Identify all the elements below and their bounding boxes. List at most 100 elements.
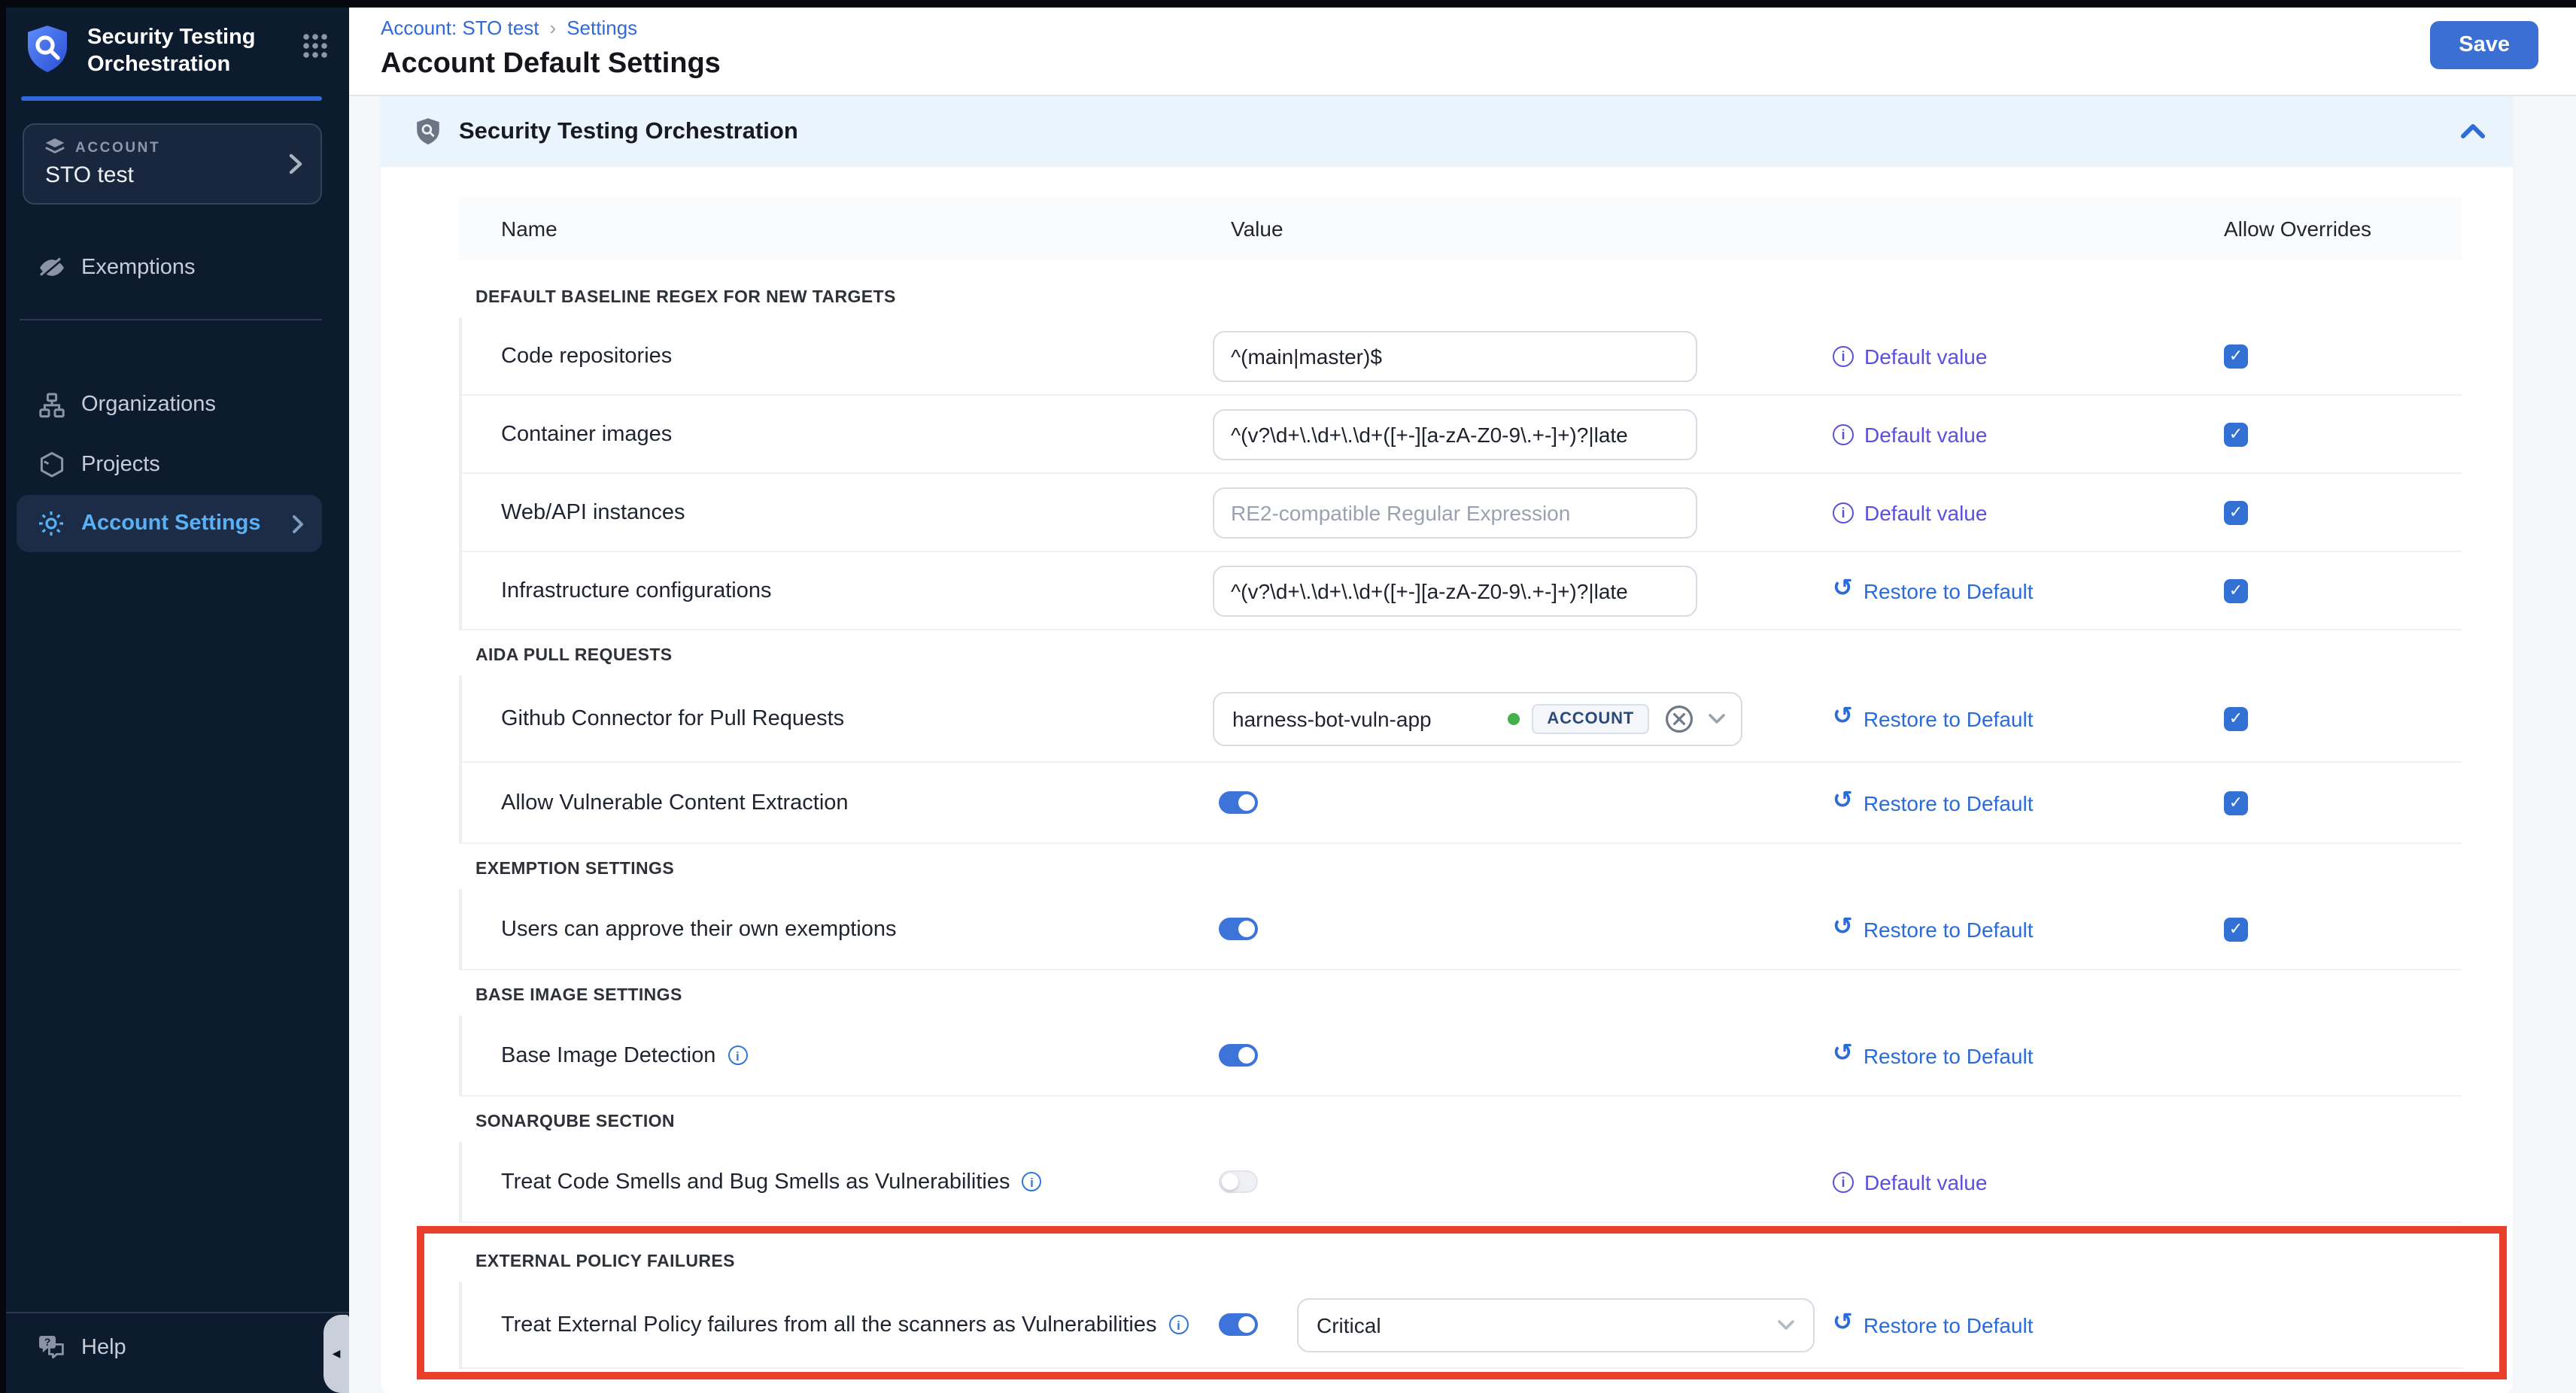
page-title: Account Default Settings [381, 48, 721, 81]
setting-name: Web/API instances [501, 500, 685, 524]
section-header-sto[interactable]: Security Testing Orchestration [381, 96, 2513, 167]
setting-row-treat-code-smells: Treat Code Smells and Bug Smells as Vuln… [462, 1142, 2462, 1223]
connector-value: harness-bot-vuln-app [1232, 706, 1432, 730]
toggle-treat-code-smells[interactable] [1219, 1170, 1258, 1193]
action-label: Restore to Default [1864, 917, 2034, 941]
group-label: AIDA PULL REQUESTS [459, 630, 2462, 675]
account-scope-card[interactable]: ACCOUNT STO test [23, 124, 322, 205]
action-label: Restore to Default [1864, 706, 2034, 730]
settings-table: Name Value Allow Overrides DEFAULT BASEL… [459, 197, 2462, 1379]
restore-icon: ↺ [1833, 1311, 1853, 1335]
toggle-treat-external-policy[interactable] [1219, 1313, 1258, 1336]
setting-name: Allow Vulnerable Content Extraction [501, 791, 849, 815]
restore-icon: ↺ [1833, 1042, 1853, 1066]
setting-name: Infrastructure configurations [501, 578, 771, 602]
default-value-link[interactable]: i Default value [1833, 422, 2224, 446]
organizations-icon [35, 393, 68, 418]
setting-name: Users can approve their own exemptions [501, 917, 897, 941]
help-label: Help [81, 1335, 126, 1359]
default-value-link[interactable]: i Default value [1833, 500, 2224, 524]
help-chat-icon: ? [35, 1334, 68, 1360]
allow-overrides-checkbox[interactable]: ✓ [2224, 706, 2248, 730]
info-icon[interactable]: i [728, 1046, 747, 1065]
chevron-down-icon[interactable] [1777, 1319, 1795, 1331]
brand: Security Testing Orchestration [0, 0, 349, 94]
app-window: Security Testing Orchestration [0, 0, 2576, 1393]
account-name: STO test [45, 163, 302, 189]
action-label: Restore to Default [1864, 1313, 2034, 1337]
connector-scope-badge: ACCOUNT [1532, 703, 1649, 733]
allow-overrides-checkbox[interactable]: ✓ [2224, 422, 2248, 446]
toggle-users-approve-exemptions[interactable] [1219, 918, 1258, 940]
setting-name: Github Connector for Pull Requests [501, 706, 844, 730]
restore-to-default-link[interactable]: ↺ Restore to Default [1833, 1313, 2224, 1337]
info-icon: i [1833, 1171, 1854, 1192]
sidebar-item-label: Organizations [81, 393, 216, 417]
regex-input-code-repositories[interactable] [1213, 330, 1697, 381]
settings-panel: Name Value Allow Overrides DEFAULT BASEL… [381, 167, 2513, 1393]
page-header: Account: STO test › Settings Account Def… [349, 0, 2576, 96]
sidebar-item-organizations[interactable]: Organizations [0, 375, 349, 436]
restore-to-default-link[interactable]: ↺ Restore to Default [1833, 578, 2224, 602]
info-icon: i [1833, 345, 1854, 366]
allow-overrides-checkbox[interactable]: ✓ [2224, 791, 2248, 815]
setting-row-treat-external-policy-failures: Treat External Policy failures from all … [462, 1282, 2463, 1369]
setting-name: Treat External Policy failures from all … [501, 1313, 1156, 1337]
sidebar-item-projects[interactable]: Projects [0, 436, 349, 496]
allow-overrides-checkbox[interactable]: ✓ [2224, 500, 2248, 524]
action-label: Default value [1864, 1170, 1987, 1194]
main-area: Account: STO test › Settings Account Def… [349, 0, 2576, 1393]
clear-selection-icon[interactable] [1664, 703, 1694, 733]
allow-overrides-checkbox[interactable]: ✓ [2224, 917, 2248, 941]
setting-row-infrastructure-configurations: Infrastructure configurations ↺ Restore … [462, 552, 2462, 630]
sidebar-collapse-handle[interactable]: ◀ [324, 1315, 349, 1393]
table-header-row: Name Value Allow Overrides [459, 197, 2462, 260]
column-header-allow-overrides: Allow Overrides [2224, 217, 2462, 241]
severity-select[interactable]: Critical [1297, 1297, 1815, 1352]
default-value-link[interactable]: i Default value [1833, 344, 2224, 368]
info-icon: i [1833, 502, 1854, 523]
regex-input-container-images[interactable] [1213, 408, 1697, 460]
app-grid-icon[interactable] [302, 33, 328, 59]
default-value-link[interactable]: i Default value [1833, 1170, 2224, 1194]
chevron-up-icon[interactable] [2454, 117, 2492, 146]
help-button[interactable]: ? Help [0, 1312, 349, 1393]
info-icon[interactable]: i [1022, 1172, 1041, 1191]
brand-underline [21, 97, 322, 102]
breadcrumb-account-link[interactable]: Account: STO test [381, 17, 539, 39]
sidebar-item-label: Account Settings [81, 512, 260, 536]
allow-overrides-checkbox[interactable]: ✓ [2224, 578, 2248, 602]
regex-input-infrastructure[interactable] [1213, 565, 1697, 616]
restore-to-default-link[interactable]: ↺ Restore to Default [1833, 917, 2224, 941]
chevron-right-icon [289, 154, 302, 175]
sidebar-item-account-settings[interactable]: Account Settings [17, 496, 322, 553]
regex-input-web-api[interactable] [1213, 487, 1697, 538]
section-title: Security Testing Orchestration [459, 118, 798, 145]
breadcrumb-separator-icon: › [550, 17, 557, 39]
toggle-allow-vulnerable-content[interactable] [1219, 791, 1258, 814]
breadcrumb: Account: STO test › Settings [381, 17, 721, 39]
chevron-down-icon[interactable] [1708, 712, 1726, 724]
layers-icon [45, 139, 65, 157]
window-left-edge [0, 0, 6, 1393]
gear-icon [35, 511, 68, 538]
restore-icon: ↺ [1833, 915, 1853, 939]
setting-row-users-approve-own-exemptions: Users can approve their own exemptions ↺… [462, 889, 2462, 970]
restore-icon: ↺ [1833, 705, 1853, 729]
account-scope-label: ACCOUNT [75, 140, 160, 156]
action-label: Restore to Default [1864, 578, 2034, 602]
info-icon[interactable]: i [1168, 1315, 1188, 1334]
allow-overrides-checkbox[interactable]: ✓ [2224, 344, 2248, 368]
github-connector-select[interactable]: harness-bot-vuln-app ACCOUNT [1213, 691, 1742, 745]
sidebar-divider [20, 320, 322, 321]
sidebar-item-exemptions[interactable]: Exemptions [0, 238, 349, 299]
toggle-base-image-detection[interactable] [1219, 1044, 1258, 1067]
setting-name: Code repositories [501, 344, 672, 368]
action-label: Default value [1864, 422, 1987, 446]
breadcrumb-settings-link[interactable]: Settings [567, 17, 637, 39]
group-label: DEFAULT BASELINE REGEX FOR NEW TARGETS [459, 272, 2462, 317]
save-button[interactable]: Save [2430, 21, 2538, 69]
restore-to-default-link[interactable]: ↺ Restore to Default [1833, 706, 2224, 730]
restore-to-default-link[interactable]: ↺ Restore to Default [1833, 791, 2224, 815]
restore-to-default-link[interactable]: ↺ Restore to Default [1833, 1043, 2224, 1067]
